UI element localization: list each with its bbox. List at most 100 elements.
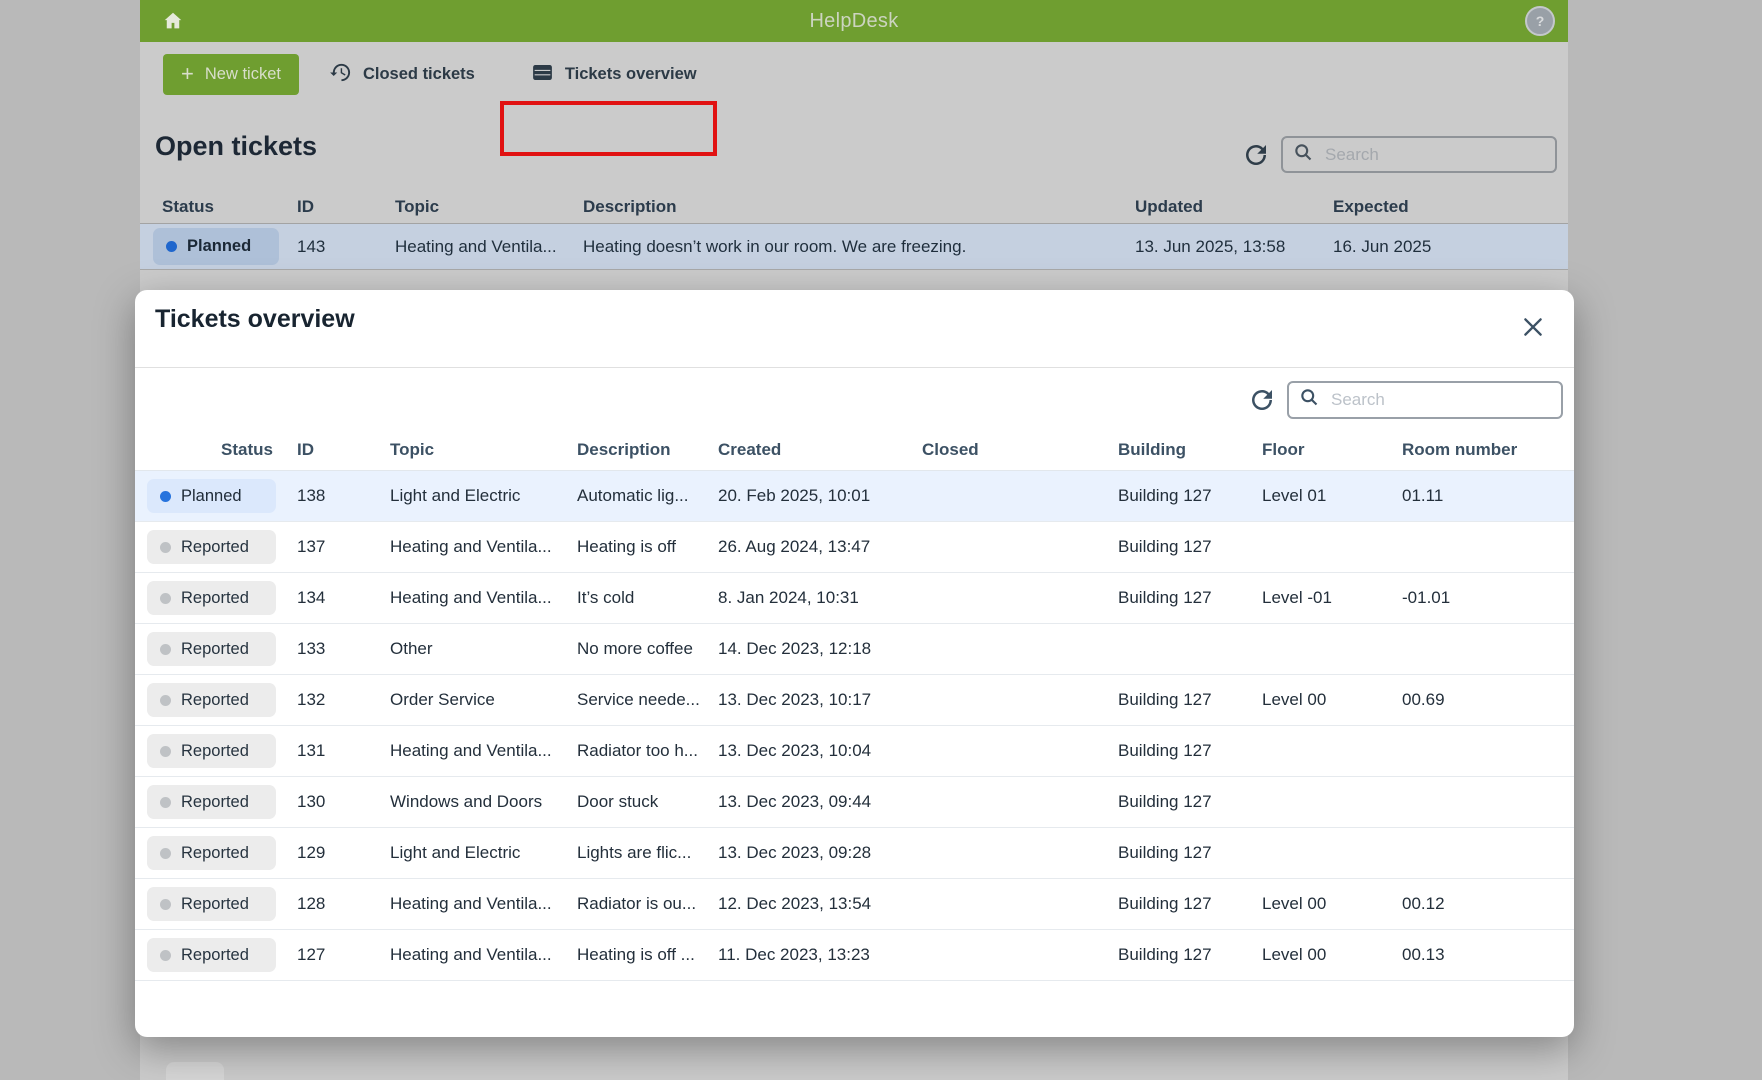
topic-cell: Light and Electric bbox=[390, 843, 577, 863]
floor-cell: Level 00 bbox=[1262, 894, 1402, 914]
created-cell: 14. Dec 2023, 12:18 bbox=[718, 639, 922, 659]
status-label: Reported bbox=[181, 742, 249, 761]
help-button[interactable]: ? bbox=[1525, 6, 1555, 36]
status-label: Reported bbox=[181, 793, 249, 812]
status-label: Reported bbox=[181, 538, 249, 557]
status-dot-icon bbox=[166, 241, 177, 252]
status-cell: Reported bbox=[135, 734, 297, 768]
status-label: Reported bbox=[181, 895, 249, 914]
topic-cell: Heating and Ventila... bbox=[390, 588, 577, 608]
building-cell: Building 127 bbox=[1118, 945, 1262, 965]
status-cell: Planned bbox=[135, 479, 297, 513]
tickets-overview-button[interactable]: Tickets overview bbox=[525, 54, 703, 95]
status-badge: Reported bbox=[147, 530, 276, 564]
table-row[interactable]: Planned143Heating and Ventila...Heating … bbox=[140, 224, 1568, 270]
table-row[interactable]: Reported127Heating and Ventila...Heating… bbox=[135, 930, 1574, 981]
status-dot-icon bbox=[160, 848, 171, 859]
status-badge: Planned bbox=[147, 479, 276, 513]
status-label: Reported bbox=[181, 691, 249, 710]
status-dot-icon bbox=[160, 899, 171, 910]
status-cell: Reported bbox=[135, 530, 297, 564]
app-title: HelpDesk bbox=[140, 10, 1568, 33]
toolbar: + New ticket Closed tickets Tickets over… bbox=[140, 54, 1568, 95]
topic-cell: Light and Electric bbox=[390, 486, 577, 506]
search-field[interactable] bbox=[1281, 136, 1557, 173]
table-row[interactable]: Reported137Heating and Ventila...Heating… bbox=[135, 522, 1574, 573]
description-cell: Automatic lig... bbox=[577, 486, 718, 506]
status-dot-icon bbox=[160, 491, 171, 502]
status-cell: Reported bbox=[135, 785, 297, 819]
description-cell: Service neede... bbox=[577, 690, 718, 710]
status-label: Planned bbox=[187, 237, 251, 256]
expected-cell: 16. Jun 2025 bbox=[1333, 237, 1568, 257]
column-header: Building bbox=[1118, 440, 1262, 460]
floor-cell: Level -01 bbox=[1262, 588, 1402, 608]
table-row[interactable]: Planned138Light and ElectricAutomatic li… bbox=[135, 471, 1574, 522]
status-dot-icon bbox=[160, 593, 171, 604]
room-cell: 00.13 bbox=[1402, 945, 1574, 965]
created-cell: 26. Aug 2024, 13:47 bbox=[718, 537, 922, 557]
home-icon[interactable] bbox=[162, 10, 184, 32]
id-cell: 128 bbox=[297, 894, 390, 914]
id-cell: 130 bbox=[297, 792, 390, 812]
building-cell: Building 127 bbox=[1118, 894, 1262, 914]
search-input[interactable] bbox=[1329, 389, 1551, 411]
table-row[interactable]: Reported 132Order ServiceService neede...… bbox=[135, 675, 1574, 726]
status-dot-icon bbox=[160, 644, 171, 655]
building-cell: Building 127 bbox=[1118, 843, 1262, 863]
new-ticket-button[interactable]: + New ticket bbox=[163, 54, 299, 95]
status-badge: Reported bbox=[147, 683, 276, 717]
open-tickets-header-row: StatusIDTopicDescriptionUpdatedExpected bbox=[140, 190, 1568, 224]
search-field[interactable] bbox=[1287, 381, 1563, 419]
plus-icon: + bbox=[181, 63, 194, 85]
partial-status-pill bbox=[166, 1062, 224, 1080]
column-header: Topic bbox=[395, 197, 583, 217]
building-cell: Building 127 bbox=[1118, 690, 1262, 710]
annotation-highlight-box bbox=[500, 101, 717, 156]
status-dot-icon bbox=[160, 542, 171, 553]
search-icon bbox=[1293, 142, 1314, 168]
closed-tickets-button[interactable]: Closed tickets bbox=[323, 54, 481, 95]
room-cell: 00.69 bbox=[1402, 690, 1574, 710]
status-cell: Reported bbox=[135, 887, 297, 921]
divider bbox=[135, 367, 1574, 368]
id-cell: 127 bbox=[297, 945, 390, 965]
floor-cell: Level 00 bbox=[1262, 945, 1402, 965]
search-input[interactable] bbox=[1323, 144, 1545, 166]
building-cell: Building 127 bbox=[1118, 588, 1262, 608]
table-icon bbox=[531, 61, 554, 89]
status-badge: Reported bbox=[147, 938, 276, 972]
description-cell: Lights are flic... bbox=[577, 843, 718, 863]
table-row[interactable]: Reported129Light and ElectricLights are … bbox=[135, 828, 1574, 879]
column-header: Status bbox=[135, 440, 297, 460]
topic-cell: Order Service bbox=[390, 690, 577, 710]
status-badge: Planned bbox=[153, 228, 279, 265]
table-row[interactable]: Reported128Heating and Ventila...Radiato… bbox=[135, 879, 1574, 930]
description-cell: Heating doesn’t work in our room. We are… bbox=[583, 237, 1135, 257]
column-header: Expected bbox=[1333, 197, 1568, 217]
building-cell: Building 127 bbox=[1118, 486, 1262, 506]
room-cell: 00.12 bbox=[1402, 894, 1574, 914]
status-cell: Reported bbox=[135, 938, 297, 972]
close-icon[interactable] bbox=[1517, 312, 1549, 344]
created-cell: 13. Dec 2023, 09:44 bbox=[718, 792, 922, 812]
closed-tickets-label: Closed tickets bbox=[363, 65, 475, 84]
refresh-icon[interactable] bbox=[1241, 140, 1271, 170]
dialog-title: Tickets overview bbox=[155, 305, 355, 334]
created-cell: 11. Dec 2023, 13:23 bbox=[718, 945, 922, 965]
column-header: ID bbox=[297, 197, 395, 217]
building-cell: Building 127 bbox=[1118, 741, 1262, 761]
status-label: Reported bbox=[181, 589, 249, 608]
table-row[interactable]: Reported130Windows and DoorsDoor stuck13… bbox=[135, 777, 1574, 828]
table-row[interactable]: Reported134Heating and Ventila...It’s co… bbox=[135, 573, 1574, 624]
description-cell: No more coffee bbox=[577, 639, 718, 659]
table-header-row: StatusIDTopicDescriptionCreatedClosedBui… bbox=[135, 430, 1574, 471]
status-dot-icon bbox=[160, 695, 171, 706]
description-cell: It’s cold bbox=[577, 588, 718, 608]
building-cell: Building 127 bbox=[1118, 537, 1262, 557]
status-badge: Reported bbox=[147, 581, 276, 615]
table-row[interactable]: Reported131Heating and Ventila...Radiato… bbox=[135, 726, 1574, 777]
refresh-icon[interactable] bbox=[1247, 385, 1277, 415]
table-row[interactable]: Reported133OtherNo more coffee14. Dec 20… bbox=[135, 624, 1574, 675]
id-cell: 132 bbox=[297, 690, 390, 710]
